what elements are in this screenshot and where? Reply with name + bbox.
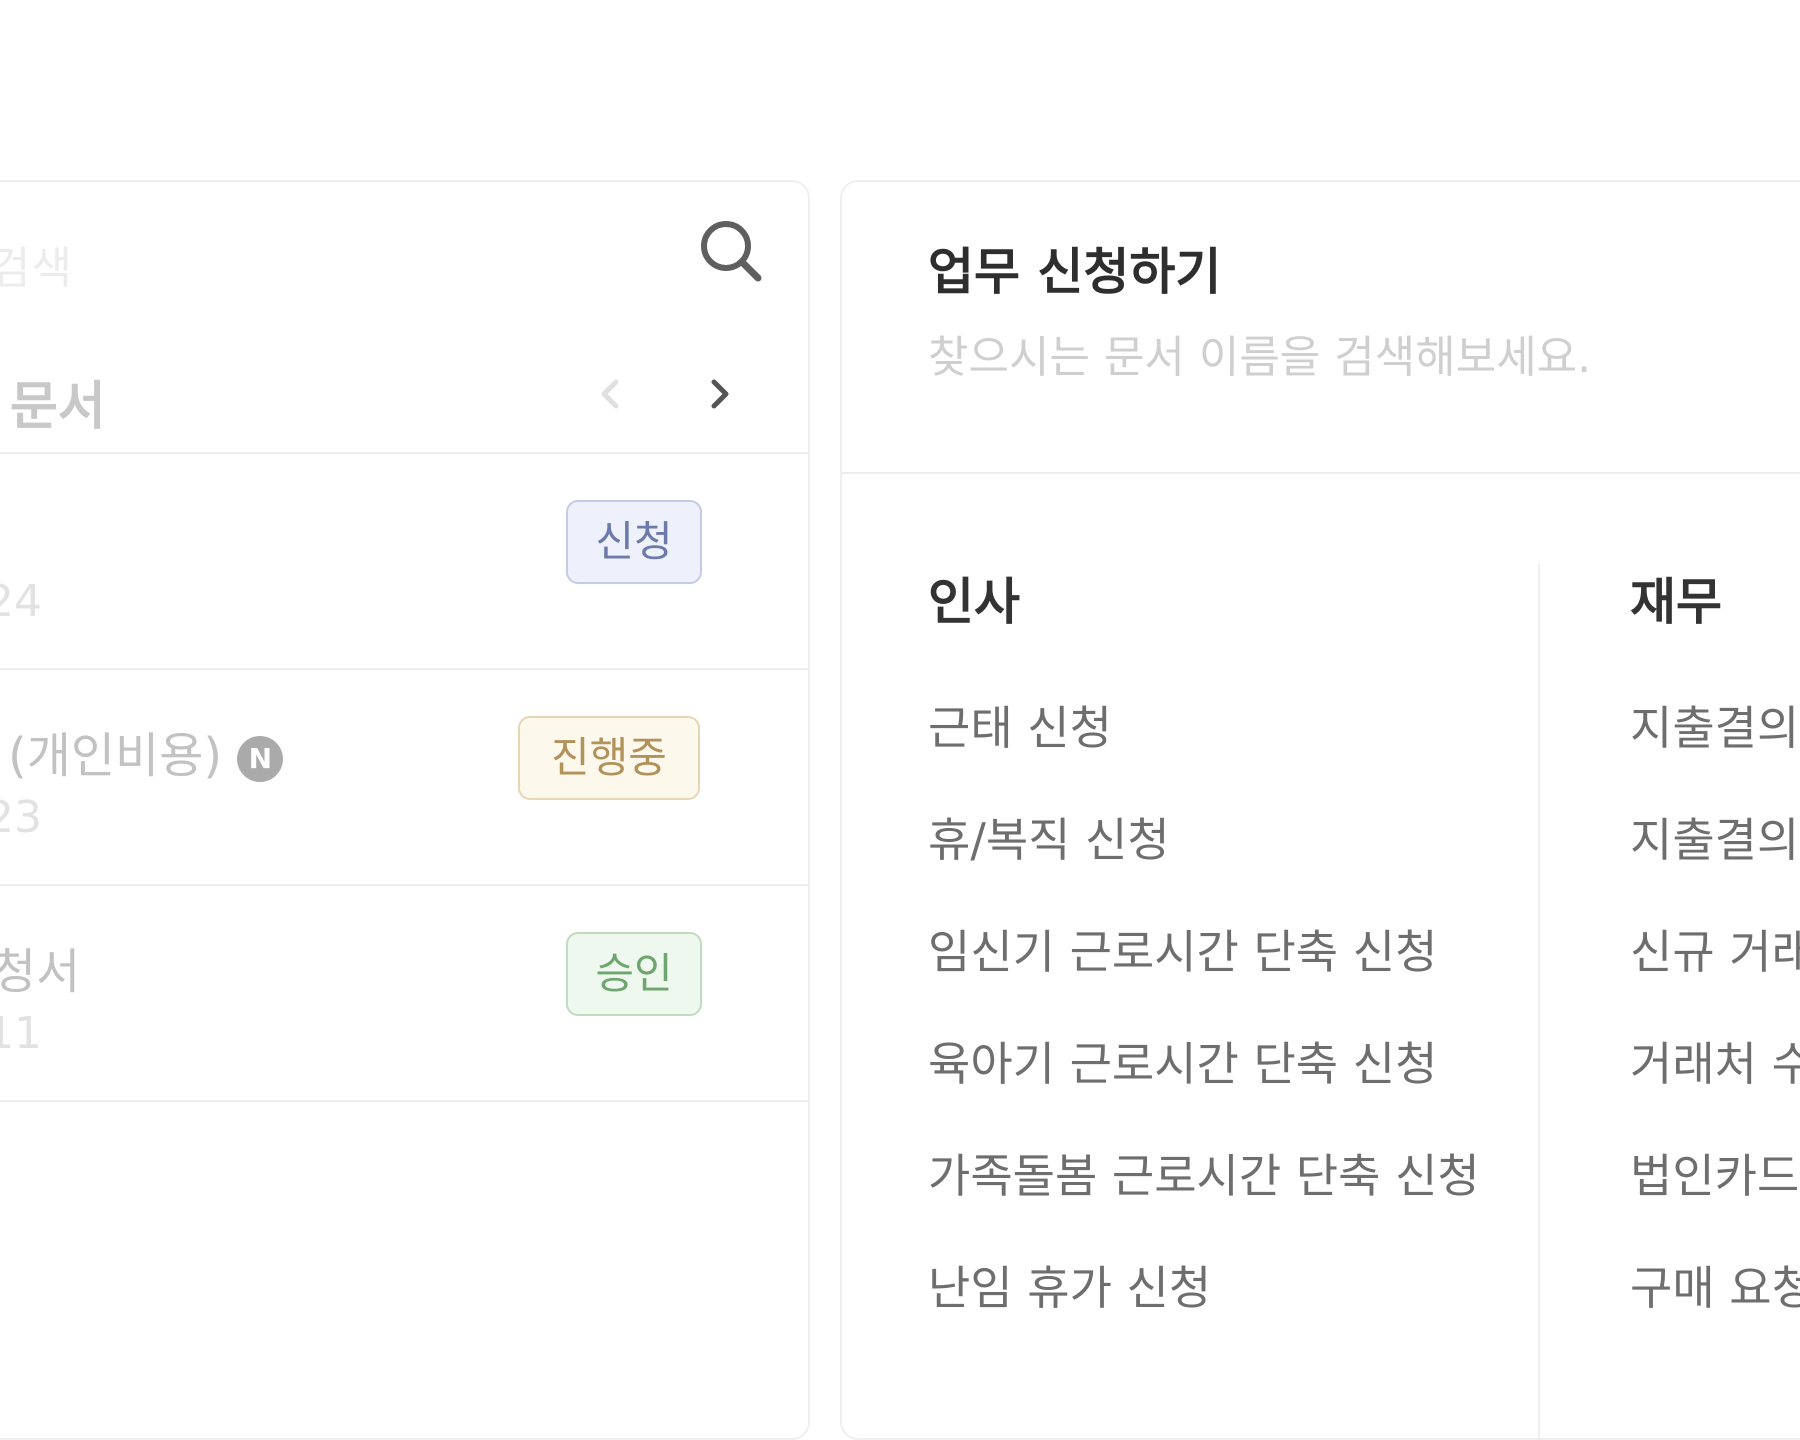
status-badge: 승인 [566, 932, 702, 1016]
request-item[interactable]: 신규 거래 [1630, 916, 1800, 982]
document-list-title: 문서 [10, 377, 106, 437]
document-title: (개인비용) N [8, 716, 284, 786]
document-date: 11 [0, 1008, 42, 1059]
request-item[interactable]: 난임 휴가 신청 [928, 1252, 1211, 1318]
request-item[interactable]: 거래처 수 [1630, 1028, 1800, 1094]
chevron-right-icon[interactable] [700, 374, 740, 414]
document-title-text: 청서 [0, 944, 81, 1000]
request-item[interactable]: 가족돌봄 근로시간 단축 신청 [928, 1140, 1480, 1206]
column-divider [1538, 564, 1540, 1438]
request-panel: 업무 신청하기 인사 근태 신청 휴/복직 신청 임신기 근로시간 단축 신청 … [840, 180, 1800, 1440]
chevron-left-icon[interactable] [590, 374, 630, 414]
request-item[interactable]: 지출결의 [1630, 804, 1799, 870]
document-row[interactable]: 청서 11 승인 [0, 886, 808, 1102]
document-title: 청서 [0, 932, 80, 1002]
request-item[interactable]: 근태 신청 [928, 692, 1112, 758]
search-icon[interactable] [698, 218, 764, 284]
document-list-panel: 검색 문서 N 24 신청 (개인비용) N 23 진행중 [0, 180, 810, 1440]
request-item[interactable]: 지출결의 [1630, 692, 1799, 758]
request-item[interactable]: 휴/복직 신청 [928, 804, 1170, 870]
request-item[interactable]: 육아기 근로시간 단축 신청 [928, 1028, 1437, 1094]
request-item[interactable]: 임신기 근로시간 단축 신청 [928, 916, 1437, 982]
status-badge: 신청 [566, 500, 702, 584]
request-item[interactable]: 구매 요청 [1630, 1252, 1800, 1318]
document-list-header: 문서 [0, 332, 808, 454]
request-item[interactable]: 법인카드 [1630, 1140, 1799, 1206]
new-badge: N [237, 736, 284, 782]
document-row[interactable]: (개인비용) N 23 진행중 [0, 670, 808, 886]
request-search-input[interactable] [928, 322, 1788, 392]
category-heading: 재무 [1630, 573, 1722, 631]
request-panel-header: 업무 신청하기 [842, 182, 1800, 474]
document-search-placeholder[interactable]: 검색 [0, 232, 73, 296]
document-date: 24 [0, 576, 42, 627]
document-search-bar[interactable]: 검색 [0, 182, 808, 332]
category-heading: 인사 [928, 573, 1020, 631]
document-title-text: (개인비용) [8, 728, 223, 784]
status-badge: 진행중 [518, 716, 700, 800]
document-row[interactable]: N 24 신청 [0, 454, 808, 670]
request-panel-title: 업무 신청하기 [928, 243, 1222, 301]
document-date: 23 [0, 792, 42, 843]
